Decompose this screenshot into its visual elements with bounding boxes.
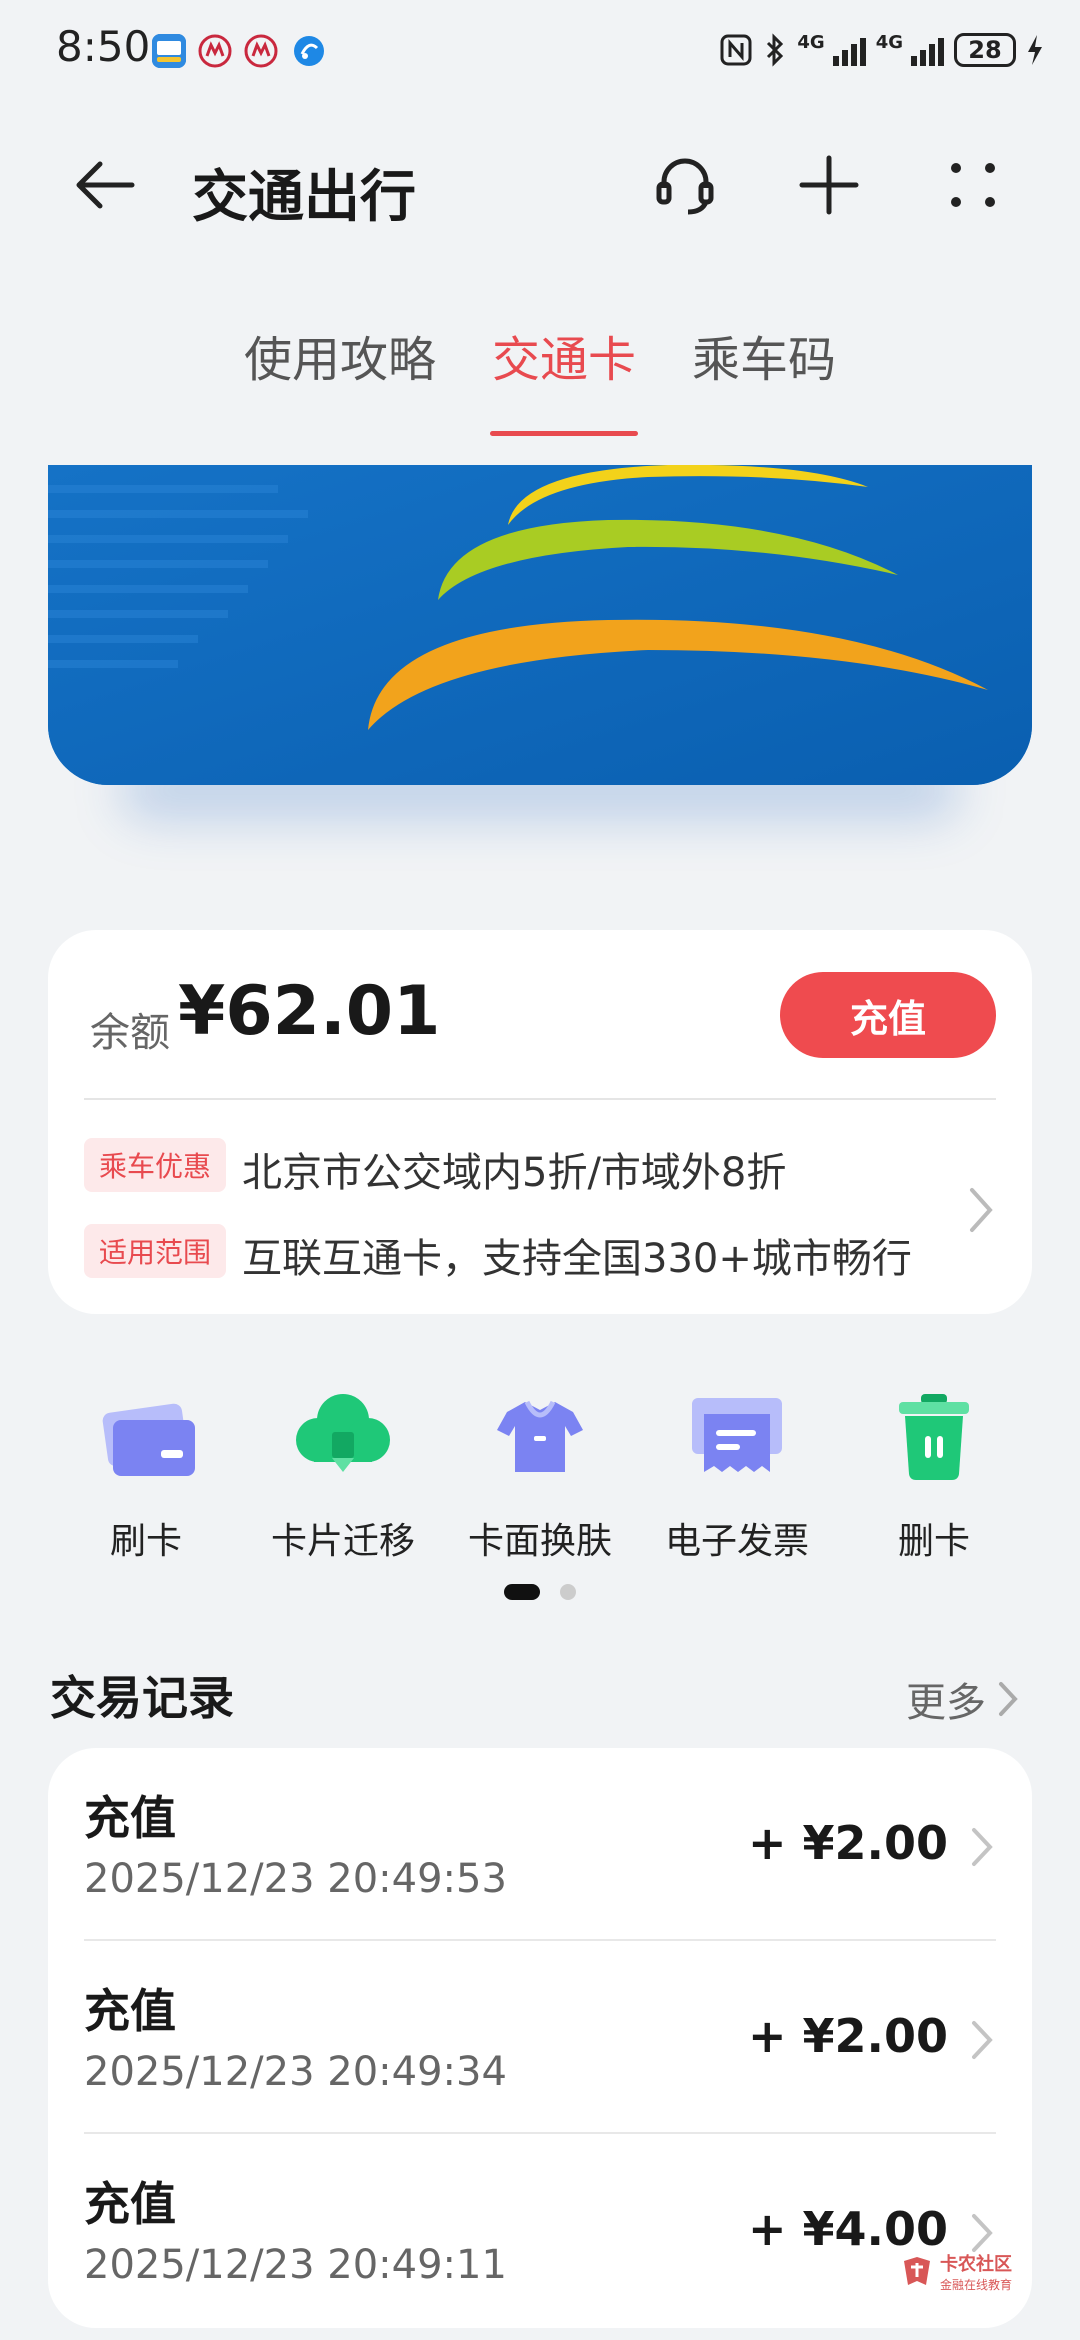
add-button[interactable] [794, 150, 864, 220]
transaction-row[interactable]: 充值 2025/12/23 20:49:34 + ¥2.00 [48, 1941, 1032, 2134]
more-transactions-link[interactable]: 更多 [906, 1670, 1020, 1728]
transaction-type: 充值 [84, 2177, 176, 2231]
scope-text: 互联互通卡，支持全国330+城市畅行 [242, 1236, 912, 1282]
divider [84, 1098, 996, 1100]
watermark: 卡农社区 金融在线教育 [900, 2250, 1012, 2293]
notification-app-icon [152, 34, 186, 68]
transaction-amount: + ¥2.00 [747, 1816, 948, 1870]
transaction-datetime: 2025/12/23 20:49:34 [84, 2049, 507, 2095]
benefit-tag: 乘车优惠 [84, 1138, 226, 1192]
action-label: 卡片迁移 [270, 1521, 415, 1562]
page-title: 交通出行 [192, 165, 416, 230]
transaction-row[interactable]: 充值 2025/12/23 20:49:11 + ¥4.00 [48, 2134, 1032, 2327]
network-type: 4G [875, 31, 903, 53]
status-indicators: 4G 4G 28 [719, 28, 1044, 72]
chevron-right-icon [972, 1828, 993, 1866]
back-button[interactable] [70, 150, 140, 220]
action-label: 卡面换肤 [467, 1521, 612, 1562]
page-dot [560, 1584, 576, 1600]
card-artwork [48, 465, 1032, 785]
balance-label: 余额 [90, 1010, 170, 1056]
action-label: 电子发票 [664, 1521, 809, 1562]
tab-transit-card[interactable]: 交通卡 [489, 320, 639, 436]
battery-indicator: 28 [954, 33, 1016, 67]
action-label: 刷卡 [109, 1521, 182, 1562]
chevron-right-icon [970, 1188, 993, 1232]
transaction-amount: + ¥2.00 [747, 2009, 948, 2063]
action-delete-card[interactable]: 删卡 [836, 1380, 1032, 1564]
balance-amount: ¥62.01 [178, 972, 441, 1051]
transaction-list: 充值 2025/12/23 20:49:53 + ¥2.00 充值 2025/1… [48, 1748, 1032, 2328]
plus-icon [799, 155, 859, 215]
more-dots-icon [951, 163, 995, 207]
tab-guide[interactable]: 使用攻略 [242, 320, 438, 410]
arrow-left-icon [76, 161, 135, 209]
more-options-button[interactable] [938, 150, 1008, 220]
invoice-icon [692, 1398, 782, 1472]
watermark-logo-icon [904, 2256, 930, 2285]
signal-icon [911, 34, 944, 66]
status-time: 8:50 [56, 22, 151, 71]
action-swipe-card[interactable]: 刷卡 [48, 1380, 244, 1564]
page-indicator [0, 1584, 1080, 1600]
watermark-name: 卡农社区 [940, 2254, 1012, 2275]
customer-service-button[interactable] [650, 150, 720, 220]
page-dot-active [504, 1584, 540, 1600]
chevron-right-icon [972, 2021, 993, 2059]
chevron-right-icon [999, 1682, 1018, 1716]
action-card-skin[interactable]: 卡面换肤 [442, 1380, 638, 1564]
cloud-transfer-icon [296, 1394, 390, 1472]
signal-icon [832, 34, 866, 66]
transactions-title: 交易记录 [50, 1671, 234, 1725]
transaction-amount: + ¥4.00 [747, 2202, 948, 2256]
trash-icon [899, 1394, 969, 1480]
transit-card-image[interactable] [48, 465, 1032, 785]
more-label: 更多 [906, 1680, 986, 1726]
notification-app-icon [198, 34, 232, 68]
card-swipe-icon [102, 1403, 195, 1476]
headset-icon [656, 158, 714, 215]
tab-ride-code[interactable]: 乘车码 [690, 320, 838, 410]
nfc-icon [720, 34, 752, 66]
recharge-button[interactable]: 充值 [780, 972, 996, 1058]
action-card-migration[interactable]: 卡片迁移 [245, 1380, 441, 1564]
benefit-text: 北京市公交域内5折/市域外8折 [242, 1150, 787, 1196]
action-label: 删卡 [897, 1521, 970, 1562]
bluetooth-icon [767, 33, 784, 67]
transaction-type: 充值 [84, 1984, 176, 2038]
action-e-invoice[interactable]: 电子发票 [639, 1380, 835, 1564]
notification-app-icon [244, 34, 278, 68]
shirt-icon [497, 1400, 583, 1472]
charging-icon [1028, 35, 1042, 65]
transaction-datetime: 2025/12/23 20:49:11 [84, 2242, 507, 2288]
tab-bar: 使用攻略 交通卡 乘车码 [0, 320, 1080, 436]
notification-app-icon [292, 34, 326, 68]
transaction-type: 充值 [84, 1791, 176, 1845]
transaction-datetime: 2025/12/23 20:49:53 [84, 1856, 507, 1902]
watermark-slogan: 金融在线教育 [940, 2278, 1013, 2292]
transaction-row[interactable]: 充值 2025/12/23 20:49:53 + ¥2.00 [48, 1748, 1032, 1941]
balance-panel: 余额 ¥62.01 充值 乘车优惠 北京市公交域内5折/市域外8折 适用范围 互… [48, 930, 1032, 1314]
network-type: 4G [797, 31, 825, 53]
status-bar: 8:50 4G 4G 28 [0, 0, 1080, 100]
quick-actions: 刷卡 卡片迁移 卡面换肤 电子发票 删卡 [48, 1380, 1032, 1562]
scope-tag: 适用范围 [84, 1224, 226, 1278]
